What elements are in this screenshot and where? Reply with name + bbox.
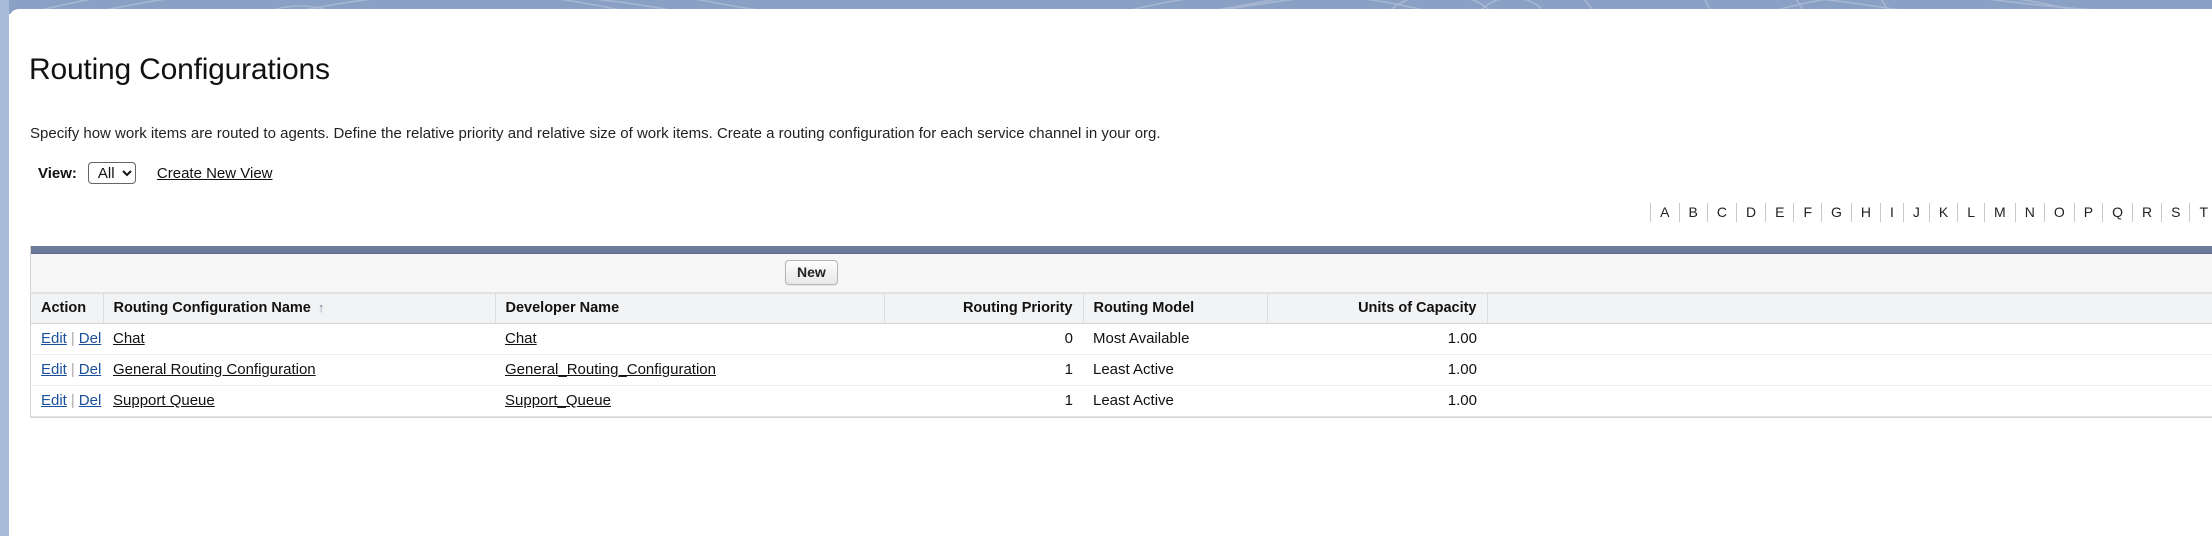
alphabet-filter-letter-e[interactable]: E (1766, 203, 1795, 222)
routing-priority-cell: 1 (884, 385, 1083, 417)
row-spacer-cell (1487, 354, 2212, 386)
column-header-routing-priority[interactable]: Routing Priority (884, 293, 1084, 324)
row-spacer-cell (1487, 323, 2212, 355)
routing-configuration-name-link[interactable]: Chat (113, 330, 145, 347)
row-actions-cell: Edit | Del (31, 323, 103, 355)
action-separator: | (70, 392, 75, 409)
alphabet-filter-letter-j[interactable]: J (1904, 203, 1930, 222)
routing-configuration-name-link[interactable]: General Routing Configuration (113, 361, 316, 378)
developer-name-cell: General_Routing_Configuration (495, 354, 884, 386)
alphabet-filter-letter-p[interactable]: P (2075, 203, 2104, 222)
content-panel: Routing Configurations Specify how work … (9, 9, 2212, 536)
column-header-action[interactable]: Action (31, 293, 104, 324)
edit-link[interactable]: Edit (41, 361, 67, 378)
developer-name-link[interactable]: General_Routing_Configuration (505, 361, 716, 378)
alphabet-filter-letter-f[interactable]: F (1794, 203, 1822, 222)
alphabet-filter-letter-m[interactable]: M (1985, 203, 2016, 222)
column-header-developer-name[interactable]: Developer Name (495, 293, 885, 324)
table-row: Edit | Del Support Queue Support_Queue 1 Least… (31, 385, 2212, 417)
routing-configuration-name-link[interactable]: Support Queue (113, 392, 215, 409)
edit-link[interactable]: Edit (41, 392, 67, 409)
routing-configuration-name-cell: Chat (103, 323, 495, 355)
page-description: Specify how work items are routed to age… (30, 125, 1161, 142)
table-row: Edit | Del Chat Chat 0 Most Available 1.00 (31, 323, 2212, 355)
units-of-capacity-cell: 1.00 (1267, 354, 1487, 386)
delete-link[interactable]: Del (79, 361, 102, 378)
units-of-capacity-cell: 1.00 (1267, 385, 1487, 417)
new-button[interactable]: New (785, 260, 838, 285)
view-filter-row: View: All Create New View (38, 162, 273, 184)
alphabet-filter-letter-g[interactable]: G (1822, 203, 1852, 222)
view-select[interactable]: All (87, 162, 136, 184)
alphabet-filter-letter-c[interactable]: C (1708, 203, 1737, 222)
routing-model-cell: Least Active (1083, 385, 1267, 417)
list-panel-topbar (31, 246, 2212, 254)
alphabet-filter-letter-n[interactable]: N (2016, 203, 2045, 222)
list-view-panel: New Action Routing Configuration Name ↑ D… (30, 246, 2212, 418)
column-header-spacer (1487, 293, 2212, 324)
developer-name-link[interactable]: Support_Queue (505, 392, 611, 409)
alphabet-filter-letter-r[interactable]: R (2133, 203, 2163, 222)
alphabet-filter-letter-d[interactable]: D (1737, 203, 1767, 222)
row-actions-cell: Edit | Del (31, 354, 103, 386)
alphabet-filter-letter-s[interactable]: S (2162, 203, 2191, 222)
routing-priority-cell: 1 (884, 354, 1083, 386)
routing-configuration-name-cell: General Routing Configuration (103, 354, 495, 386)
alphabet-filter[interactable]: ABCDEFGHIJKLMNOPQRST (1650, 203, 2212, 222)
table-row: Edit | Del General Routing Configuration Gen… (31, 354, 2212, 386)
left-sidebar-rail (0, 0, 9, 536)
units-of-capacity-cell: 1.00 (1267, 323, 1487, 355)
alphabet-filter-letter-o[interactable]: O (2045, 203, 2075, 222)
action-separator: | (70, 361, 75, 378)
edit-link[interactable]: Edit (41, 330, 67, 347)
alphabet-filter-letter-a[interactable]: A (1650, 203, 1680, 222)
developer-name-cell: Chat (495, 323, 884, 355)
developer-name-cell: Support_Queue (495, 385, 884, 417)
row-spacer-cell (1487, 385, 2212, 417)
column-header-units-of-capacity[interactable]: Units of Capacity (1267, 293, 1488, 324)
column-header-label: Routing Configuration Name (113, 300, 311, 316)
developer-name-link[interactable]: Chat (505, 330, 537, 347)
delete-link[interactable]: Del (79, 330, 102, 347)
column-header-routing-model[interactable]: Routing Model (1083, 293, 1268, 324)
alphabet-filter-letter-k[interactable]: K (1930, 203, 1959, 222)
alphabet-filter-letter-l[interactable]: L (1958, 203, 1986, 222)
routing-model-cell: Least Active (1083, 354, 1267, 386)
alphabet-filter-letter-b[interactable]: B (1680, 203, 1708, 222)
table-header-row: Action Routing Configuration Name ↑ Devel… (31, 293, 2212, 324)
view-label: View: (38, 164, 77, 182)
routing-priority-cell: 0 (884, 323, 1083, 355)
column-header-routing-configuration-name[interactable]: Routing Configuration Name ↑ (103, 293, 496, 324)
alphabet-filter-letter-i[interactable]: I (1881, 203, 1904, 222)
create-new-view-link[interactable]: Create New View (157, 165, 273, 182)
alphabet-filter-letter-q[interactable]: Q (2103, 203, 2133, 222)
routing-configurations-table: Action Routing Configuration Name ↑ Devel… (31, 293, 2212, 417)
sort-ascending-icon: ↑ (317, 300, 325, 315)
action-separator: | (70, 330, 75, 347)
routing-model-cell: Most Available (1083, 323, 1267, 355)
routing-configuration-name-cell: Support Queue (103, 385, 495, 417)
page-title: Routing Configurations (29, 53, 330, 87)
list-toolbar: New (31, 254, 2212, 293)
row-actions-cell: Edit | Del (31, 385, 103, 417)
delete-link[interactable]: Del (79, 392, 102, 409)
alphabet-filter-letter-h[interactable]: H (1852, 203, 1882, 222)
alphabet-filter-letter-t[interactable]: T (2190, 203, 2212, 222)
